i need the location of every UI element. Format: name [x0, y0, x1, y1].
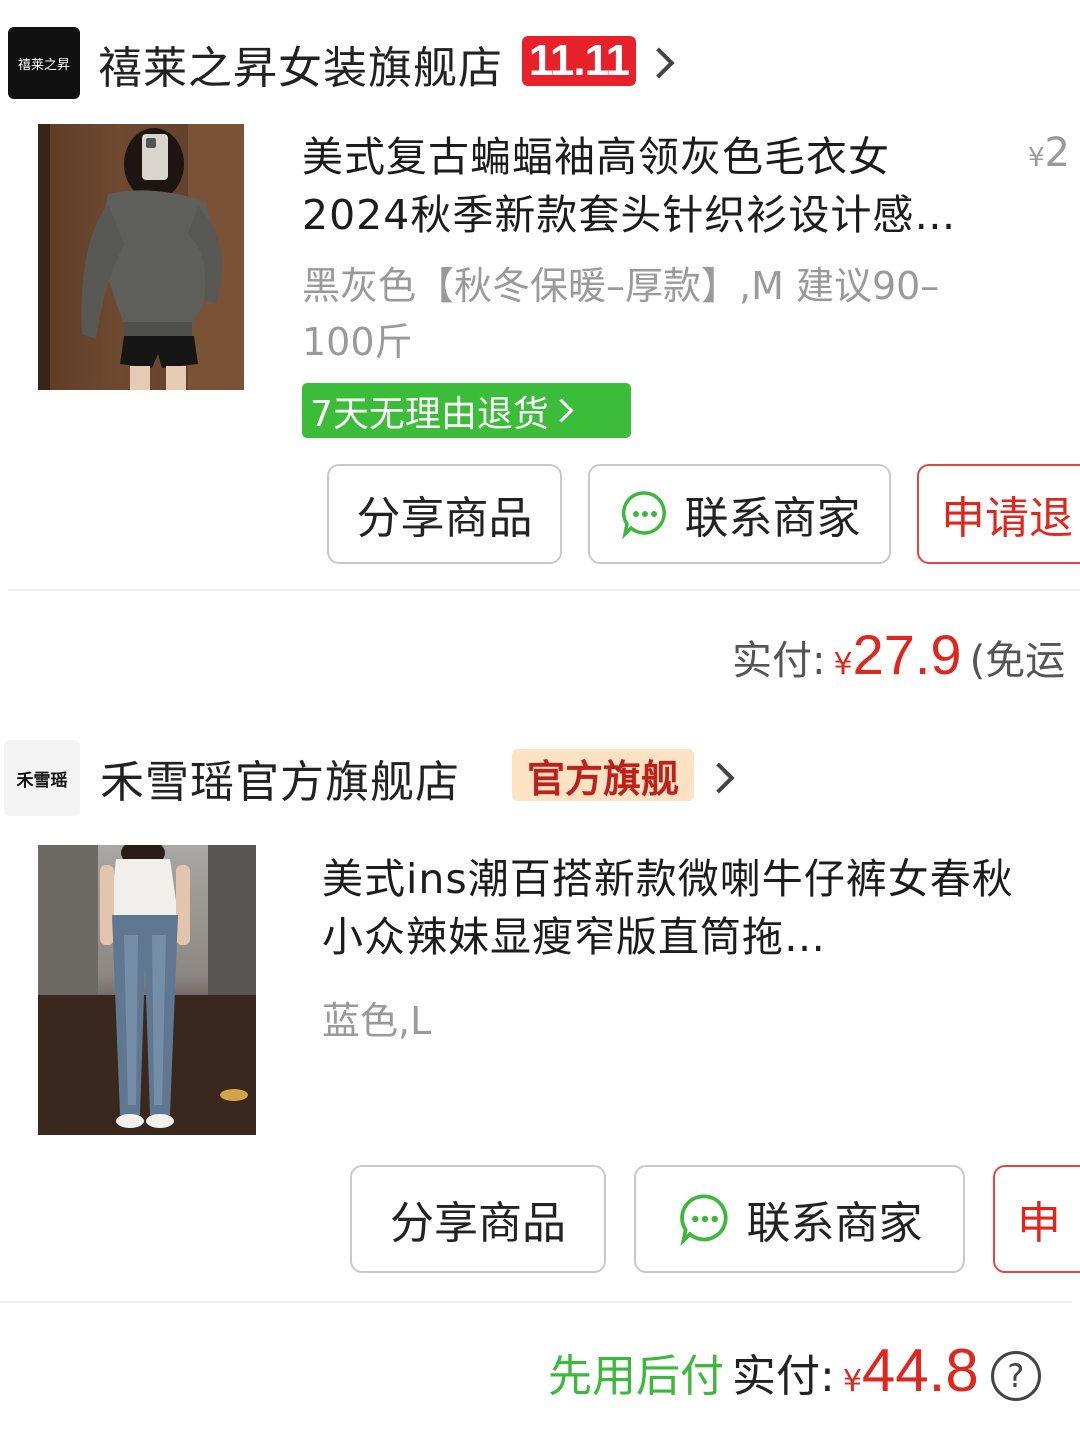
product-spec: 黑灰色【秋冬保暖–厚款】,M 建议90–100斤	[302, 264, 940, 364]
question-circle-icon[interactable]: ?	[990, 1351, 1041, 1401]
pay-later-label: 先用后付	[548, 1351, 724, 1402]
chevron-right-icon[interactable]	[643, 47, 675, 79]
product-title[interactable]: 美式ins潮百搭新款微喇牛仔裤女春秋小众辣妹显瘦窄版直筒拖…	[322, 850, 1042, 966]
share-product-label: 分享商品	[390, 1198, 566, 1249]
refund-label: 申	[1017, 1198, 1061, 1249]
chat-bubble-icon	[677, 1191, 733, 1247]
paid-label: 实付:	[732, 638, 826, 684]
contact-seller-button[interactable]: 联系商家	[588, 464, 891, 564]
refund-button[interactable]: 申请退	[917, 464, 1080, 564]
paid-amount: 27.9	[852, 623, 962, 686]
paid-amount: 44.8	[861, 1337, 979, 1404]
currency-symbol: ¥	[833, 647, 853, 682]
product-photo-jeans	[38, 845, 256, 1135]
currency-symbol: ¥	[842, 1364, 862, 1399]
share-product-button[interactable]: 分享商品	[327, 464, 562, 564]
return-policy-label: 7天无理由退货	[310, 393, 549, 435]
refund-label: 申请退	[941, 493, 1073, 544]
payment-summary: 先用后付 实付: ¥ 44.8 ?	[548, 1336, 1041, 1405]
share-product-button[interactable]: 分享商品	[350, 1165, 606, 1273]
refund-button[interactable]: 申	[993, 1165, 1080, 1273]
shipping-note: (免运	[969, 638, 1066, 684]
product-title[interactable]: 美式复古蝙蝠袖高领灰色毛衣女2024秋季新款套头针织衫设计感…	[302, 128, 992, 244]
chevron-right-icon[interactable]	[703, 762, 735, 794]
contact-seller-button[interactable]: 联系商家	[634, 1165, 965, 1273]
chevron-right-icon	[549, 398, 574, 423]
store-name[interactable]: 禧莱之昇女装旗舰店	[98, 32, 503, 96]
official-flagship-badge: 官方旗舰	[512, 749, 694, 801]
return-policy-tag[interactable]: 7天无理由退货	[302, 383, 631, 438]
divider	[8, 589, 1080, 591]
unit-price-peek: ¥2	[1028, 130, 1070, 176]
store-logo[interactable]: 禾雪瑶	[4, 740, 80, 816]
store-name[interactable]: 禾雪瑶官方旗舰店	[100, 746, 460, 810]
product-image[interactable]	[38, 124, 244, 390]
unit-price-value: 2	[1044, 130, 1070, 176]
double-eleven-badge: 11.11	[522, 36, 636, 86]
store-logo[interactable]: 禧莱之昇	[8, 27, 80, 99]
payment-summary: 实付: ¥ 27.9 (免运	[732, 622, 1065, 687]
chat-bubble-icon	[619, 488, 671, 540]
contact-seller-label: 联系商家	[684, 493, 861, 544]
divider	[0, 1301, 1072, 1303]
paid-label: 实付:	[732, 1351, 835, 1402]
product-photo-sweater	[38, 124, 244, 390]
contact-seller-label: 联系商家	[746, 1198, 923, 1249]
share-product-label: 分享商品	[356, 493, 533, 544]
product-spec: 蓝色,L	[322, 999, 432, 1043]
product-image[interactable]	[38, 845, 256, 1135]
